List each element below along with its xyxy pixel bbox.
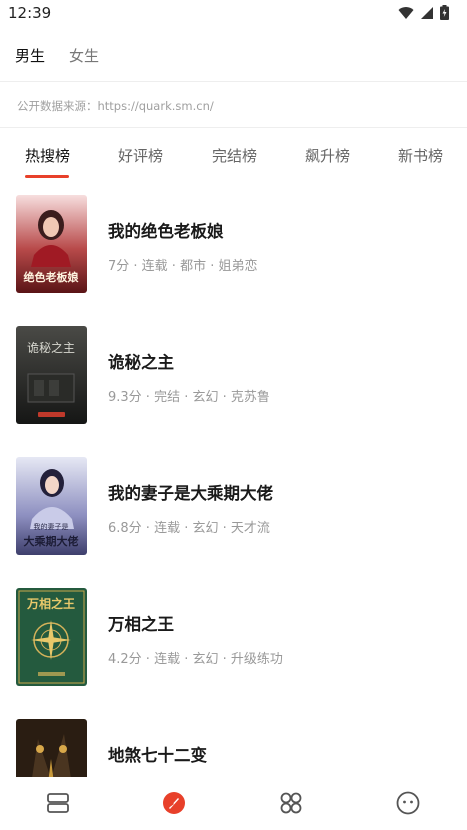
svg-text:万相之王: 万相之王 xyxy=(26,596,75,611)
tab-hot-search[interactable]: 热搜榜 xyxy=(25,145,70,166)
wifi-icon xyxy=(398,6,414,19)
book-title: 我的妻子是大乘期大佬 xyxy=(108,484,273,503)
book-cover[interactable]: 我的妻子是 大乘期大佬 xyxy=(16,457,87,555)
tab-completed[interactable]: 完结榜 xyxy=(212,145,257,166)
svg-text:诡秘之主: 诡秘之主 xyxy=(27,341,75,355)
discover-icon[interactable] xyxy=(161,790,187,816)
book-cover[interactable] xyxy=(16,719,87,777)
book-cover[interactable]: 诡秘之主 xyxy=(16,326,87,424)
book-meta: 6.8分 · 连载 · 玄幻 · 天才流 xyxy=(108,521,270,536)
data-source-text: 公开数据来源：https://quark.sm.cn/ xyxy=(17,99,214,113)
category-icon[interactable] xyxy=(278,790,304,816)
book-item[interactable]: 诡秘之主 诡秘之主 9.3分 · 完结 · 玄幻 · 克苏鲁 xyxy=(0,311,467,442)
book-title: 地煞七十二变 xyxy=(108,746,207,765)
book-title: 万相之王 xyxy=(108,615,174,634)
book-meta: 4.2分 · 连载 · 玄幻 · 升级练功 xyxy=(108,652,283,667)
book-item[interactable]: 万相之王 万相之王 4.2分 · 连载 · 玄幻 · 升级练功 xyxy=(0,573,467,704)
ranking-tabs: 热搜榜 好评榜 完结榜 飙升榜 新书榜 xyxy=(0,128,467,180)
tab-female[interactable]: 女生 xyxy=(69,45,99,66)
book-title: 我的绝色老板娘 xyxy=(108,222,224,241)
status-icons xyxy=(398,5,449,20)
book-meta: 7分 · 连载 · 都市 · 姐弟恋 xyxy=(108,259,258,274)
tab-rising[interactable]: 飙升榜 xyxy=(305,145,350,166)
book-cover[interactable]: 万相之王 xyxy=(16,588,87,686)
book-meta: 9.3分 · 完结 · 玄幻 · 克苏鲁 xyxy=(108,390,270,405)
signal-icon xyxy=(421,6,433,19)
tab-new-books[interactable]: 新书榜 xyxy=(398,145,443,166)
tab-top-rated[interactable]: 好评榜 xyxy=(118,145,163,166)
book-list[interactable]: 绝色老板娘 我的绝色老板娘 7分 · 连载 · 都市 · 姐弟恋 诡秘之主 诡秘… xyxy=(0,180,467,777)
gender-tabs: 男生 女生 xyxy=(0,30,467,82)
active-tab-indicator xyxy=(25,175,69,178)
profile-icon[interactable] xyxy=(395,790,421,816)
tab-male[interactable]: 男生 xyxy=(15,45,45,66)
book-item[interactable]: 绝色老板娘 我的绝色老板娘 7分 · 连载 · 都市 · 姐弟恋 xyxy=(0,180,467,311)
data-source-notice: 公开数据来源：https://quark.sm.cn/ xyxy=(0,84,467,128)
book-item[interactable]: 地煞七十二变 xyxy=(0,704,467,777)
status-bar: 12:39 xyxy=(0,0,467,26)
bookshelf-icon[interactable] xyxy=(45,790,71,816)
battery-icon xyxy=(440,5,449,20)
status-time: 12:39 xyxy=(8,4,52,22)
svg-text:绝色老板娘: 绝色老板娘 xyxy=(24,270,79,284)
svg-text:我的妻子是: 我的妻子是 xyxy=(34,522,69,531)
book-item[interactable]: 我的妻子是 大乘期大佬 我的妻子是大乘期大佬 6.8分 · 连载 · 玄幻 · … xyxy=(0,442,467,573)
book-cover[interactable]: 绝色老板娘 xyxy=(16,195,87,293)
bottom-navigation xyxy=(0,777,467,830)
book-title: 诡秘之主 xyxy=(108,353,174,372)
svg-text:大乘期大佬: 大乘期大佬 xyxy=(24,534,79,548)
